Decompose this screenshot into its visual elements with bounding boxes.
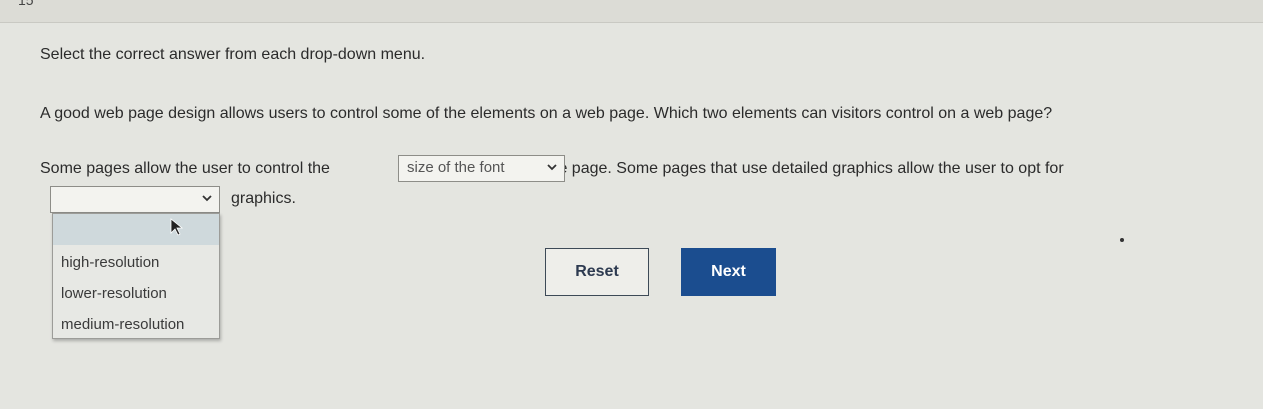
dropdown-option-lower-resolution[interactable]: lower-resolution bbox=[53, 278, 219, 309]
dropdown-option-medium-resolution[interactable]: medium-resolution bbox=[53, 309, 219, 340]
question-prompt: A good web page design allows users to c… bbox=[40, 105, 1053, 122]
dropdown-option-list: high-resolution lower-resolution medium-… bbox=[52, 213, 220, 339]
sentence-part-2: on the page. Some pages that use detaile… bbox=[522, 160, 1064, 177]
screen-speck bbox=[1120, 238, 1124, 242]
chevron-down-icon bbox=[202, 195, 212, 202]
graphics-resolution-dropdown[interactable] bbox=[50, 186, 220, 213]
dropdown-option-high-resolution[interactable]: high-resolution bbox=[53, 247, 219, 278]
mouse-pointer-icon bbox=[170, 218, 184, 236]
chevron-down-icon bbox=[547, 164, 557, 171]
top-strip: 15 bbox=[0, 0, 1263, 23]
dropdown-option-blank[interactable] bbox=[53, 214, 219, 245]
next-button[interactable]: Next bbox=[681, 248, 776, 296]
font-size-dropdown[interactable]: size of the font bbox=[398, 155, 565, 182]
reset-button[interactable]: Reset bbox=[545, 248, 649, 296]
dropdown-selected-value: size of the font bbox=[407, 159, 505, 176]
instruction-text: Select the correct answer from each drop… bbox=[40, 46, 426, 63]
sentence-part-3: graphics. bbox=[231, 190, 296, 207]
sentence-part-1: Some pages allow the user to control the bbox=[40, 160, 330, 177]
question-number: 15 bbox=[18, 0, 34, 8]
